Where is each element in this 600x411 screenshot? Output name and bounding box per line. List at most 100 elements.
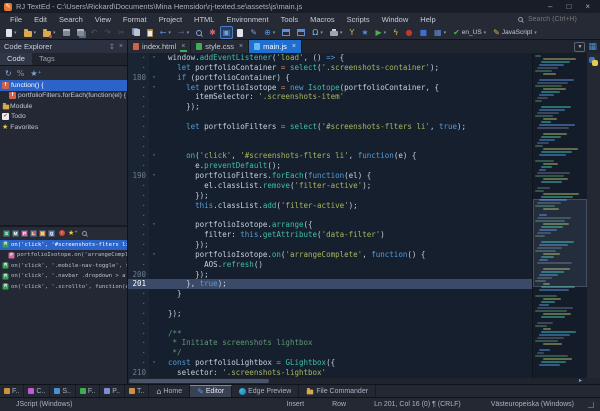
warnings-icon[interactable]: ! <box>59 230 65 236</box>
code-line[interactable]: ·▿ const portfolioLightbox = GLightbox({ <box>128 358 532 368</box>
close-tab-icon[interactable]: × <box>181 43 185 50</box>
fold-marker[interactable]: ▿ <box>149 83 159 93</box>
toolbar-grid-view[interactable]: ▦▾ <box>431 26 449 39</box>
code-line[interactable]: · <box>128 211 532 221</box>
menu-macros[interactable]: Macros <box>304 15 341 24</box>
menu-view[interactable]: View <box>89 15 117 24</box>
fold-marker[interactable]: ▿ <box>149 53 159 63</box>
tab-index.html[interactable]: index.html× <box>128 40 191 53</box>
code-line[interactable]: ·▿ portfolioIsotope.on('arrangeComplete'… <box>128 250 532 260</box>
function-list-item[interactable]: Mon('click', '.scrollto', function(e) { <box>0 282 127 293</box>
toolbar-spellcheck-language[interactable]: ✔en_US▾ <box>450 26 489 39</box>
menu-tools[interactable]: Tools <box>275 15 305 24</box>
toolbar-panel-right[interactable] <box>294 27 308 38</box>
panel-tab-3[interactable]: F.. <box>76 385 100 397</box>
toolbar-save-all[interactable] <box>74 27 87 38</box>
function-list-item[interactable]: PportfolioIsotope.on('arrangeComplete', … <box>0 250 127 261</box>
tab-editor[interactable]: ✎Editor <box>190 385 232 397</box>
tab-edge-preview[interactable]: Edge Preview <box>232 385 299 397</box>
code-line[interactable]: · */ <box>128 348 532 358</box>
tree-item[interactable]: fportfolioFilters.forEach(function(el) { <box>0 91 127 102</box>
code-line[interactable]: 200 }); <box>128 270 532 280</box>
tab-home[interactable]: ⌂Home <box>149 385 190 397</box>
code-line[interactable]: · }); <box>128 191 532 201</box>
menu-format[interactable]: Format <box>117 15 153 24</box>
menu-environment[interactable]: Environment <box>220 15 274 24</box>
fold-marker[interactable]: ▿ <box>149 220 159 230</box>
search-box[interactable] <box>518 15 596 24</box>
panel-tab-5[interactable]: T.. <box>125 385 149 397</box>
maximize-button[interactable]: □ <box>566 2 571 12</box>
code-line[interactable]: 210 selector: '.screenshots-lightbox' <box>128 368 532 378</box>
fold-marker[interactable]: ▿ <box>149 171 159 181</box>
toolbar-new-file[interactable]: ▾ <box>3 27 20 39</box>
toolbar-layout-single[interactable]: ▣ <box>220 26 234 39</box>
tree-item[interactable]: ffunction() { <box>0 80 127 91</box>
code-lines[interactable]: ·▿ window.addEventListener('load', () =>… <box>128 53 532 378</box>
code-line[interactable]: 190▿ portfolioFilters.forEach(function(e… <box>128 171 532 181</box>
pin-icon[interactable]: ↧ <box>109 43 115 51</box>
code-line[interactable]: · }); <box>128 102 532 112</box>
toolbar-undo[interactable]: ↶ <box>88 26 101 39</box>
function-list-item[interactable]: Mon('click', '#screenshots-flters li', f… <box>0 240 127 251</box>
code-line[interactable]: ·▿ on('click', '#screenshots-flters li',… <box>128 151 532 161</box>
menu-search[interactable]: Search <box>53 15 89 24</box>
toolbar-navigate-back[interactable]: ←▾ <box>157 26 174 39</box>
toolbar-open-file[interactable]: ▾ <box>21 27 40 39</box>
code-line[interactable]: · <box>128 112 532 122</box>
status-row-mode[interactable]: Row <box>332 401 346 408</box>
fold-marker[interactable]: ▿ <box>149 250 159 260</box>
sort-icon[interactable]: % <box>17 69 25 78</box>
tab-list-dropdown[interactable]: ▼ <box>574 42 585 52</box>
toolbar-browser-preview[interactable]: ⊕▾ <box>261 26 278 39</box>
toolbar-cut[interactable]: ✂ <box>115 26 128 39</box>
tab-code[interactable]: Code <box>0 53 32 65</box>
split-view-icon[interactable]: ▦ <box>588 42 597 52</box>
fold-marker[interactable]: ▿ <box>149 73 159 83</box>
toolbar-quick-run[interactable]: ϟ <box>390 26 401 39</box>
panel-tab-1[interactable]: C.. <box>24 385 50 397</box>
resize-grip[interactable] <box>588 402 594 408</box>
toolbar-copy[interactable] <box>129 27 143 38</box>
menu-scripts[interactable]: Scripts <box>341 15 376 24</box>
status-encoding[interactable]: Västeuropeiska (Windows) <box>491 401 574 408</box>
tab-main.js[interactable]: main.js× <box>249 40 302 53</box>
toolbar-redo[interactable]: ↷ <box>101 26 114 39</box>
close-tab-icon[interactable]: × <box>292 43 296 50</box>
toolbar-stop-macro[interactable]: ■ <box>416 26 430 39</box>
code-line[interactable]: · } <box>128 289 532 299</box>
panel-tab-0[interactable]: F.. <box>0 385 24 397</box>
toolbar-special-characters[interactable]: Ω▾ <box>309 26 326 39</box>
filter-g[interactable]: G <box>39 230 46 237</box>
minimap-viewport[interactable] <box>533 199 587 287</box>
tab-file-commander[interactable]: File Commander <box>299 385 376 397</box>
menu-file[interactable]: File <box>4 15 28 24</box>
code-line[interactable]: · /** <box>128 329 532 339</box>
toolbar-compare[interactable]: Y <box>346 26 357 39</box>
toolbar-paste[interactable] <box>144 27 156 39</box>
menu-html[interactable]: HTML <box>188 15 220 24</box>
code-line[interactable]: · <box>128 299 532 309</box>
filter-m[interactable]: M <box>12 230 19 237</box>
tree-item[interactable]: ✔Todo <box>0 112 127 123</box>
menu-project[interactable]: Project <box>153 15 188 24</box>
scroll-sync-icon[interactable]: ▸ <box>579 378 582 384</box>
toolbar-run[interactable]: ▶▾ <box>373 26 390 39</box>
filter-p[interactable]: P <box>21 230 28 237</box>
code-line[interactable]: ·▿ let portfolioIsotope = new Isotope(po… <box>128 83 532 93</box>
code-line[interactable]: · this.classList.add('filter-active'); <box>128 201 532 211</box>
toolbar-debug[interactable]: ★ <box>358 26 371 39</box>
minimap[interactable] <box>532 53 587 378</box>
filter-l[interactable]: L <box>30 230 37 237</box>
fold-marker[interactable]: ▿ <box>149 358 159 368</box>
code-line[interactable]: 201 }, true); <box>128 279 532 289</box>
refresh-icon[interactable]: ↻ <box>5 69 12 78</box>
hscroll-thumb[interactable] <box>129 379 269 383</box>
code-line[interactable]: · let portfolioFilters = select('#screen… <box>128 122 532 132</box>
tree-item[interactable]: ★Favorites <box>0 122 127 133</box>
tab-style.css[interactable]: style.css× <box>191 40 249 53</box>
search-input[interactable] <box>526 15 596 24</box>
toolbar-new-document[interactable] <box>234 27 246 39</box>
search-icon[interactable] <box>82 231 87 236</box>
status-syntax[interactable]: JScript (Windows) <box>16 401 72 408</box>
